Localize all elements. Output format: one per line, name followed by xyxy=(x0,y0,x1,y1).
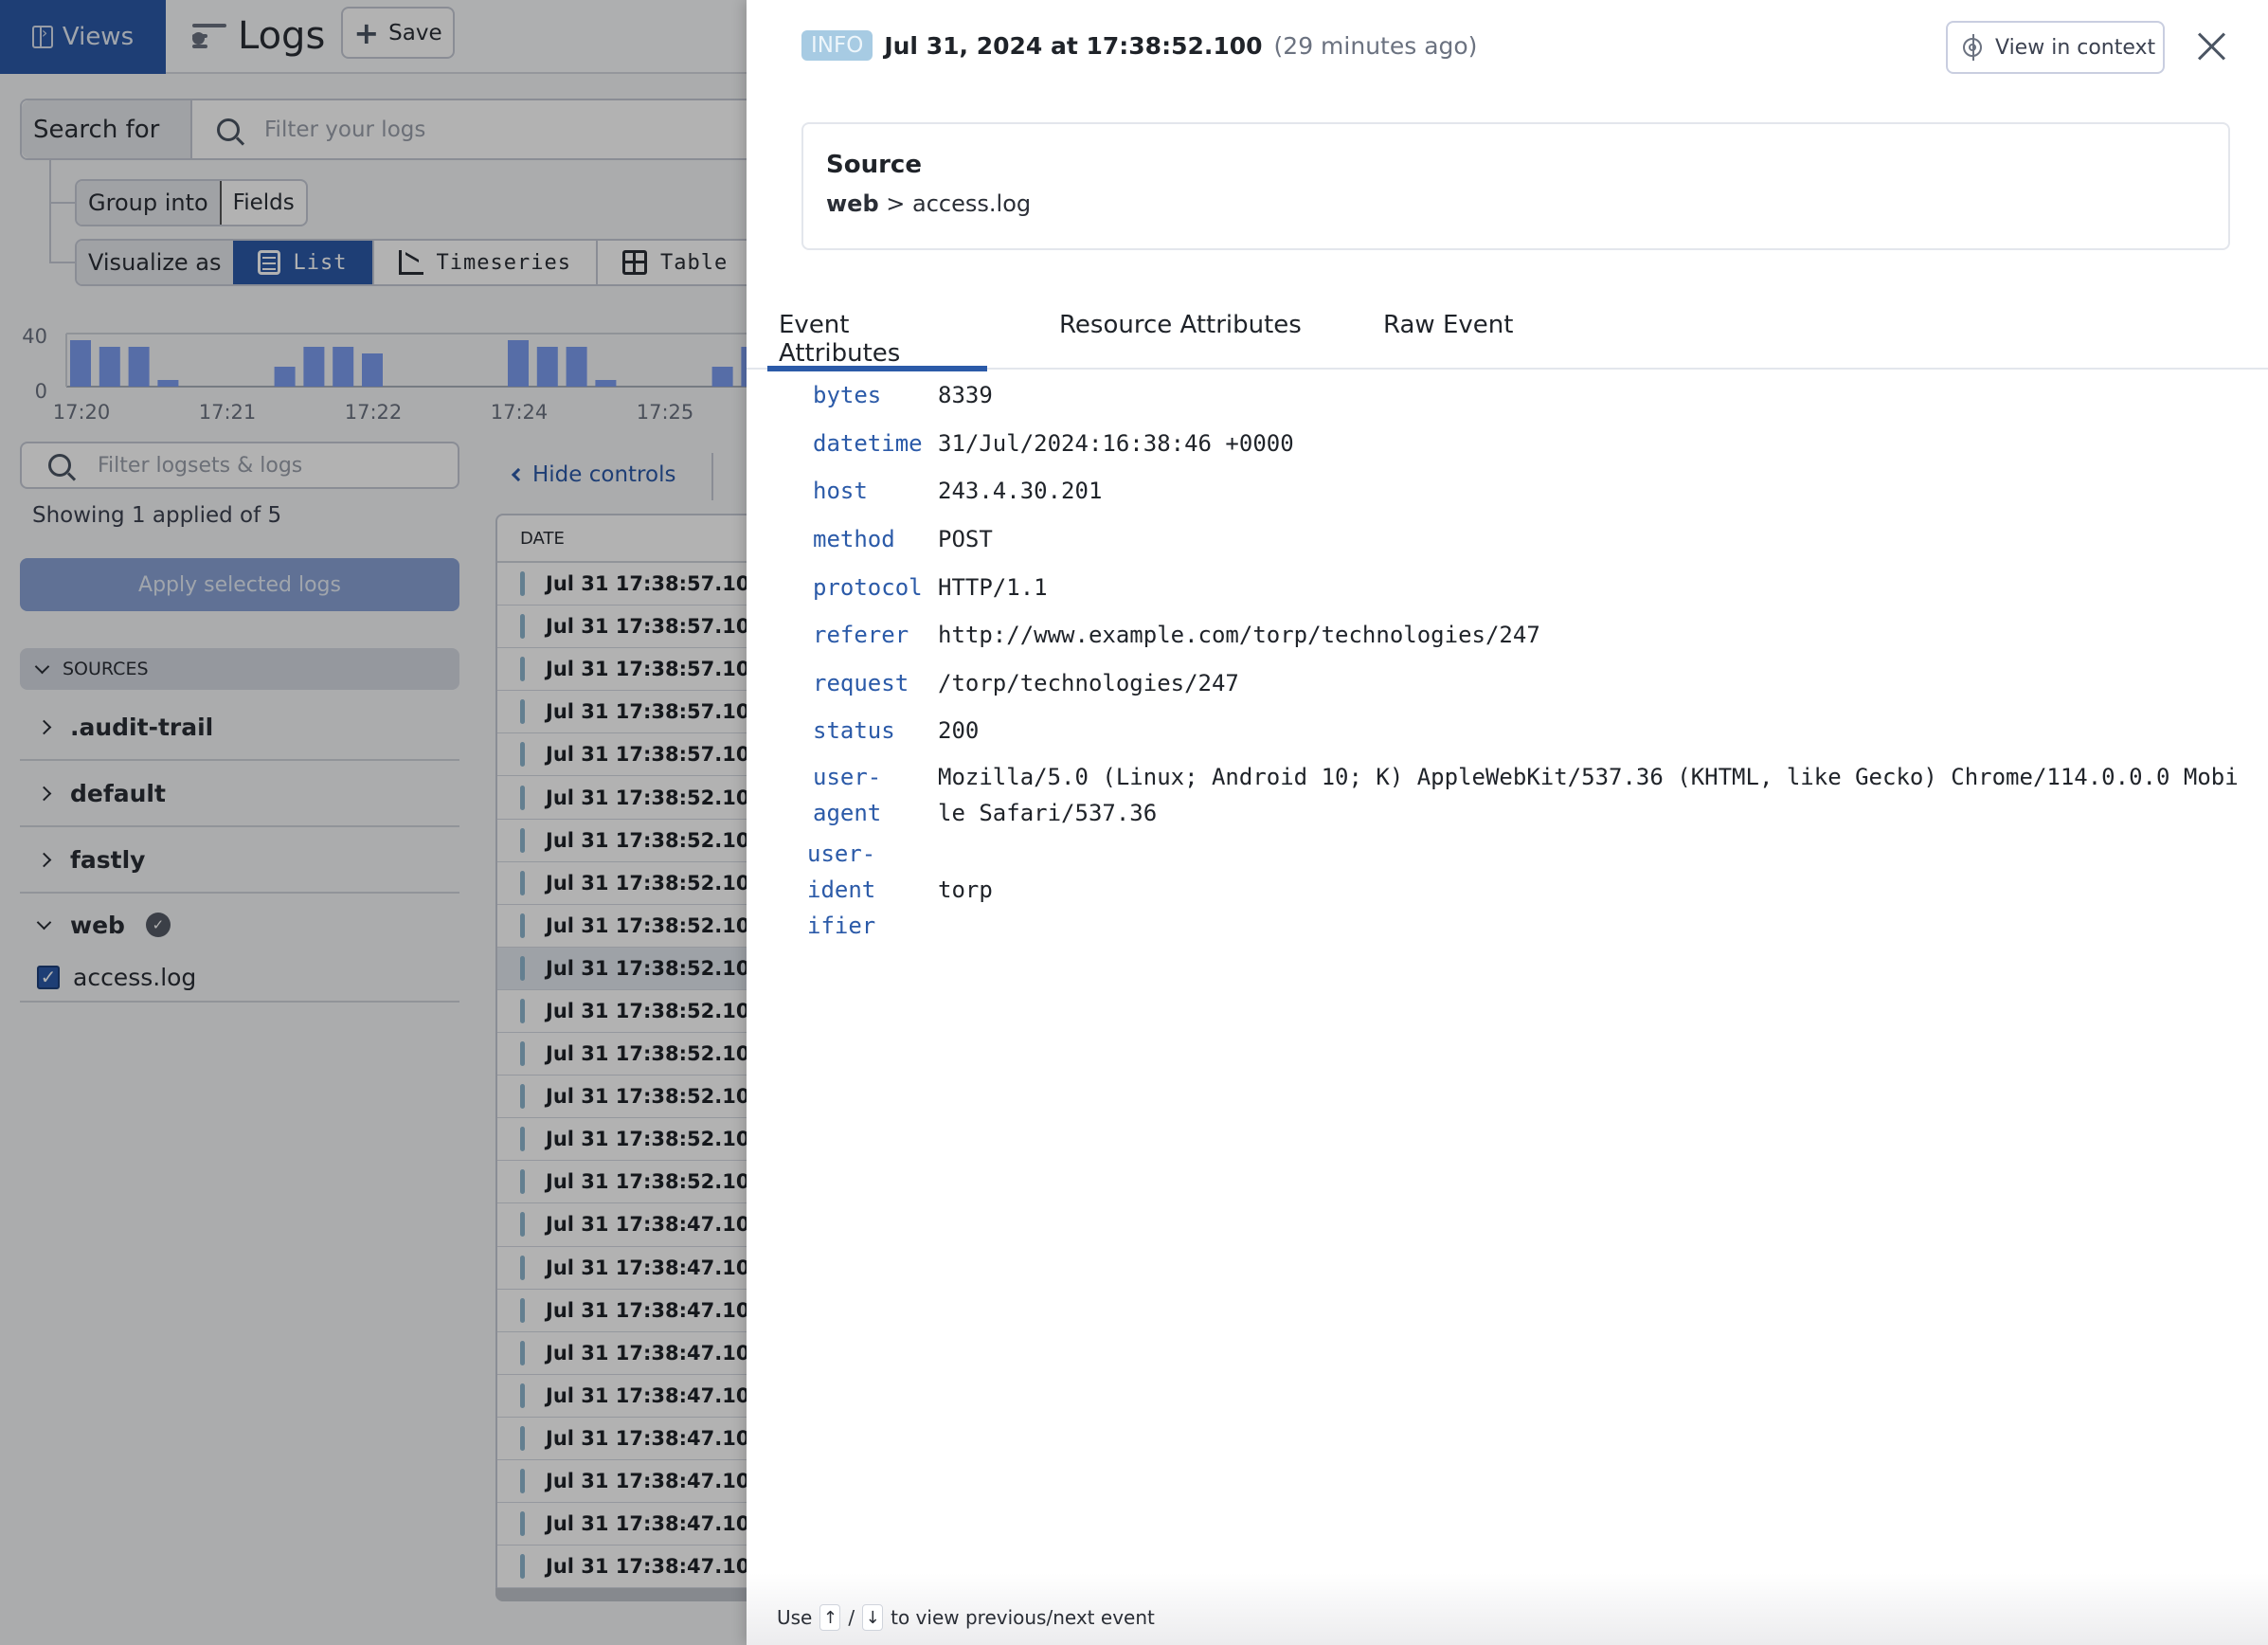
attribute-key: referer xyxy=(813,622,909,649)
detail-tabs: Event Attributes Resource Attributes Raw… xyxy=(747,301,2268,371)
attribute-row: request /torp/technologies/247 xyxy=(747,660,2268,708)
tab-raw-event[interactable]: Raw Event xyxy=(1372,311,1524,370)
attribute-value: HTTP/1.1 xyxy=(938,573,1048,601)
event-timestamp: Jul 31, 2024 at 17:38:52.100 xyxy=(884,31,1263,60)
attribute-key: host xyxy=(813,478,868,505)
attribute-key: request xyxy=(813,669,909,696)
attribute-value: 31/Jul/2024:16:38:46 +0000 xyxy=(938,429,1294,457)
view-in-context-label: View in context xyxy=(1995,35,2156,60)
attribute-key: user-agent xyxy=(813,764,882,827)
attribute-row: user-agent Mozilla/5.0 (Linux; Android 1… xyxy=(747,755,2268,836)
attribute-key: status xyxy=(813,717,895,745)
attribute-key: method xyxy=(813,526,895,553)
tab-resource-attributes[interactable]: Resource Attributes xyxy=(1048,311,1313,370)
attribute-row: method POST xyxy=(747,515,2268,564)
arrow-down-key: ↓ xyxy=(862,1604,884,1631)
attribute-key: user-identifier xyxy=(807,840,876,939)
logs-app: Views Logs + Save Search for Filter your… xyxy=(0,0,2268,1645)
attribute-row: datetime 31/Jul/2024:16:38:46 +0000 xyxy=(747,420,2268,468)
source-log: access.log xyxy=(912,190,1032,217)
attribute-row: bytes 8339 xyxy=(747,371,2268,420)
attribute-key: datetime xyxy=(813,429,923,457)
event-attributes-list: bytes 8339 datetime 31/Jul/2024:16:38:46… xyxy=(747,371,2268,944)
source-logset: web xyxy=(826,190,879,217)
source-path: web > access.log xyxy=(826,190,2205,217)
attribute-value: 243.4.30.201 xyxy=(938,478,1103,505)
attribute-value: http://www.example.com/torp/technologies… xyxy=(938,622,1540,649)
attribute-key: bytes xyxy=(813,382,882,409)
keyboard-hint: Use ↑ / ↓ to view previous/next event xyxy=(747,1573,2268,1645)
attribute-row: host 243.4.30.201 xyxy=(747,467,2268,515)
attribute-row: referer http://www.example.com/torp/tech… xyxy=(747,611,2268,660)
close-icon[interactable] xyxy=(2196,30,2228,63)
attribute-row: status 200 xyxy=(747,707,2268,755)
attribute-value: Mozilla/5.0 (Linux; Android 10; K) Apple… xyxy=(938,764,2239,827)
source-title: Source xyxy=(826,151,922,179)
source-card: Source web > access.log xyxy=(801,122,2230,250)
target-icon xyxy=(1963,34,1982,61)
hint-separator: / xyxy=(848,1606,855,1629)
attribute-row: protocol HTTP/1.1 xyxy=(747,563,2268,611)
attribute-key: protocol xyxy=(813,573,923,601)
attribute-value: 200 xyxy=(938,717,980,745)
hint-prefix: Use xyxy=(777,1606,813,1629)
view-in-context-button[interactable]: View in context xyxy=(1946,21,2165,74)
attribute-value: /torp/technologies/247 xyxy=(938,669,1239,696)
modal-backdrop[interactable] xyxy=(0,0,748,1645)
event-header: INFO Jul 31, 2024 at 17:38:52.100 (29 mi… xyxy=(801,30,1477,61)
event-relative-time: (29 minutes ago) xyxy=(1273,31,1478,60)
attribute-row: user-identifier torp xyxy=(747,836,2268,944)
log-detail-panel: INFO Jul 31, 2024 at 17:38:52.100 (29 mi… xyxy=(747,0,2268,1645)
attribute-value: POST xyxy=(938,526,993,553)
source-separator: > xyxy=(886,190,906,217)
tab-event-attributes[interactable]: Event Attributes xyxy=(767,311,987,371)
log-level-badge: INFO xyxy=(801,30,873,61)
hint-suffix: to view previous/next event xyxy=(891,1606,1155,1629)
attribute-value: torp xyxy=(938,876,993,903)
arrow-up-key: ↑ xyxy=(819,1604,841,1631)
attribute-value: 8339 xyxy=(938,382,993,409)
